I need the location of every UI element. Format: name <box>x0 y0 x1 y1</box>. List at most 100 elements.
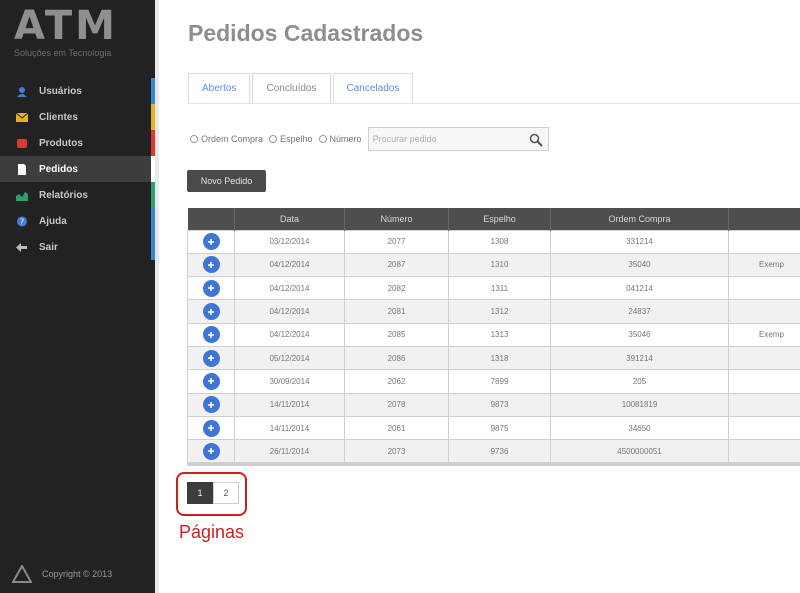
tab-concluidos[interactable]: Concluídos <box>252 73 331 103</box>
view-order-icon[interactable] <box>202 279 220 297</box>
column-header <box>187 208 235 230</box>
page-button-1[interactable]: 1 <box>187 482 213 504</box>
user-icon <box>17 86 27 97</box>
column-header-data[interactable]: Data <box>234 208 345 230</box>
cell-espelho: 1318 <box>448 345 551 371</box>
cell-observacao <box>728 369 800 394</box>
row-action-cell <box>187 392 235 417</box>
cell-espelho: 9736 <box>448 439 551 464</box>
cell-observacao: Exemp <box>728 252 800 278</box>
view-order-icon[interactable] <box>202 372 220 390</box>
column-header <box>728 208 800 230</box>
view-order-icon[interactable] <box>202 303 220 321</box>
search-box <box>367 127 549 151</box>
cell-numero: 2085 <box>344 322 449 347</box>
cell-numero: 2086 <box>344 345 449 371</box>
table-row[interactable]: 30/09/2014 2062 7899 205 <box>187 369 800 394</box>
column-header-espelho[interactable]: Espelho <box>448 208 551 230</box>
table-body: 03/12/2014 2077 1308 331214 04/12/2014 2087 13… <box>187 229 800 464</box>
radio-icon[interactable] <box>190 135 198 143</box>
cell-ordem-compra: 331214 <box>550 229 729 254</box>
plus-icon <box>208 448 214 455</box>
plus-icon <box>208 285 214 292</box>
column-header-numero[interactable]: Número <box>344 208 449 230</box>
tab-abertos[interactable]: Abertos <box>188 73 251 103</box>
table-row[interactable]: 26/11/2014 2073 9736 4500000051 <box>187 439 800 464</box>
search-filters: Ordem Compra Espelho Número <box>190 127 549 151</box>
view-order-icon[interactable] <box>202 256 220 274</box>
sidebar-item-label: Clientes <box>39 111 78 123</box>
svg-text:?: ? <box>20 217 24 226</box>
plus-icon <box>208 308 214 315</box>
sidebar-item-ajuda[interactable]: ? Ajuda <box>0 208 155 234</box>
cell-observacao <box>728 229 800 254</box>
cell-espelho: 7899 <box>448 369 551 394</box>
chart-icon <box>16 191 28 201</box>
table-row[interactable]: 04/12/2014 2087 1310 35040 Exemp <box>187 252 800 278</box>
logo-tagline: Soluções em Tecnologia <box>14 48 112 58</box>
sidebar-item-clientes[interactable]: Clientes <box>0 104 155 130</box>
table-row[interactable]: 04/12/2014 2082 1311 041214 <box>187 276 800 301</box>
row-action-cell <box>187 322 235 347</box>
plus-icon <box>208 401 214 408</box>
table-row[interactable]: 14/11/2014 2061 9875 34650 <box>187 415 800 441</box>
view-order-icon[interactable] <box>202 419 220 437</box>
view-order-icon[interactable] <box>202 233 220 251</box>
cell-ordem-compra: 34650 <box>550 415 729 441</box>
table-row[interactable]: 04/12/2014 2081 1312 24837 <box>187 299 800 324</box>
cell-observacao <box>728 299 800 324</box>
sidebar-item-relatorios[interactable]: Relatórios <box>0 182 155 208</box>
view-order-icon[interactable] <box>202 442 220 460</box>
filter-label: Ordem Compra <box>201 134 264 144</box>
plus-icon <box>208 378 214 385</box>
cell-espelho: 1312 <box>448 299 551 324</box>
filter-label: Número <box>329 134 362 144</box>
view-order-icon[interactable] <box>202 349 220 367</box>
filter-numero[interactable]: Número <box>318 134 362 144</box>
table-row[interactable]: 04/12/2014 2085 1313 35046 Exemp <box>187 322 800 347</box>
sidebar-item-usuarios[interactable]: Usuários <box>0 78 155 104</box>
table-row[interactable]: 05/12/2014 2086 1318 391214 <box>187 345 800 371</box>
tab-cancelados[interactable]: Cancelados <box>332 73 414 103</box>
plus-icon <box>208 238 214 245</box>
cell-ordem-compra: 24837 <box>550 299 729 324</box>
radio-icon[interactable] <box>269 135 278 143</box>
cell-data: 03/12/2014 <box>234 229 345 254</box>
cell-espelho: 1313 <box>448 322 551 347</box>
cell-ordem-compra: 205 <box>550 369 729 394</box>
copyright: Copyright © 2013 <box>12 565 112 583</box>
filter-ordem-compra[interactable]: Ordem Compra <box>190 134 263 144</box>
radio-icon[interactable] <box>318 135 327 143</box>
sidebar-item-produtos[interactable]: Produtos <box>0 130 155 156</box>
exit-icon <box>16 242 27 252</box>
cell-numero: 2081 <box>344 299 449 324</box>
sidebar-item-label: Sair <box>39 241 58 253</box>
view-order-icon[interactable] <box>202 326 220 344</box>
column-header-ordem-compra[interactable]: Ordem Compra <box>550 208 729 230</box>
box-icon <box>17 138 27 148</box>
cell-ordem-compra: 10081819 <box>550 392 729 417</box>
sidebar-item-sair[interactable]: Sair <box>0 234 155 260</box>
new-order-button[interactable]: Novo Pedido <box>187 170 266 192</box>
row-action-cell <box>187 276 235 301</box>
cell-ordem-compra: 35046 <box>550 322 729 347</box>
plus-icon <box>208 355 214 362</box>
table-row[interactable]: 14/11/2014 2078 9873 10081819 <box>187 392 800 417</box>
sidebar-item-label: Usuários <box>39 85 82 97</box>
document-icon <box>18 163 26 175</box>
cell-ordem-compra: 391214 <box>550 345 729 371</box>
search-input[interactable] <box>372 134 523 144</box>
cell-numero: 2082 <box>344 276 449 301</box>
sidebar-item-pedidos[interactable]: Pedidos <box>0 156 155 182</box>
filter-espelho[interactable]: Espelho <box>269 134 313 144</box>
view-order-icon[interactable] <box>202 396 220 414</box>
table-header: Data Número Espelho Ordem Compra <box>187 208 800 230</box>
page-button-2[interactable]: 2 <box>213 482 239 504</box>
cell-ordem-compra: 041214 <box>550 276 729 301</box>
cell-data: 05/12/2014 <box>234 345 345 371</box>
pagination: 12 <box>187 482 239 504</box>
row-action-cell <box>187 439 235 464</box>
table-row[interactable]: 03/12/2014 2077 1308 331214 <box>187 229 800 254</box>
pagination-caption: Páginas <box>179 522 245 542</box>
search-icon[interactable] <box>529 133 543 147</box>
